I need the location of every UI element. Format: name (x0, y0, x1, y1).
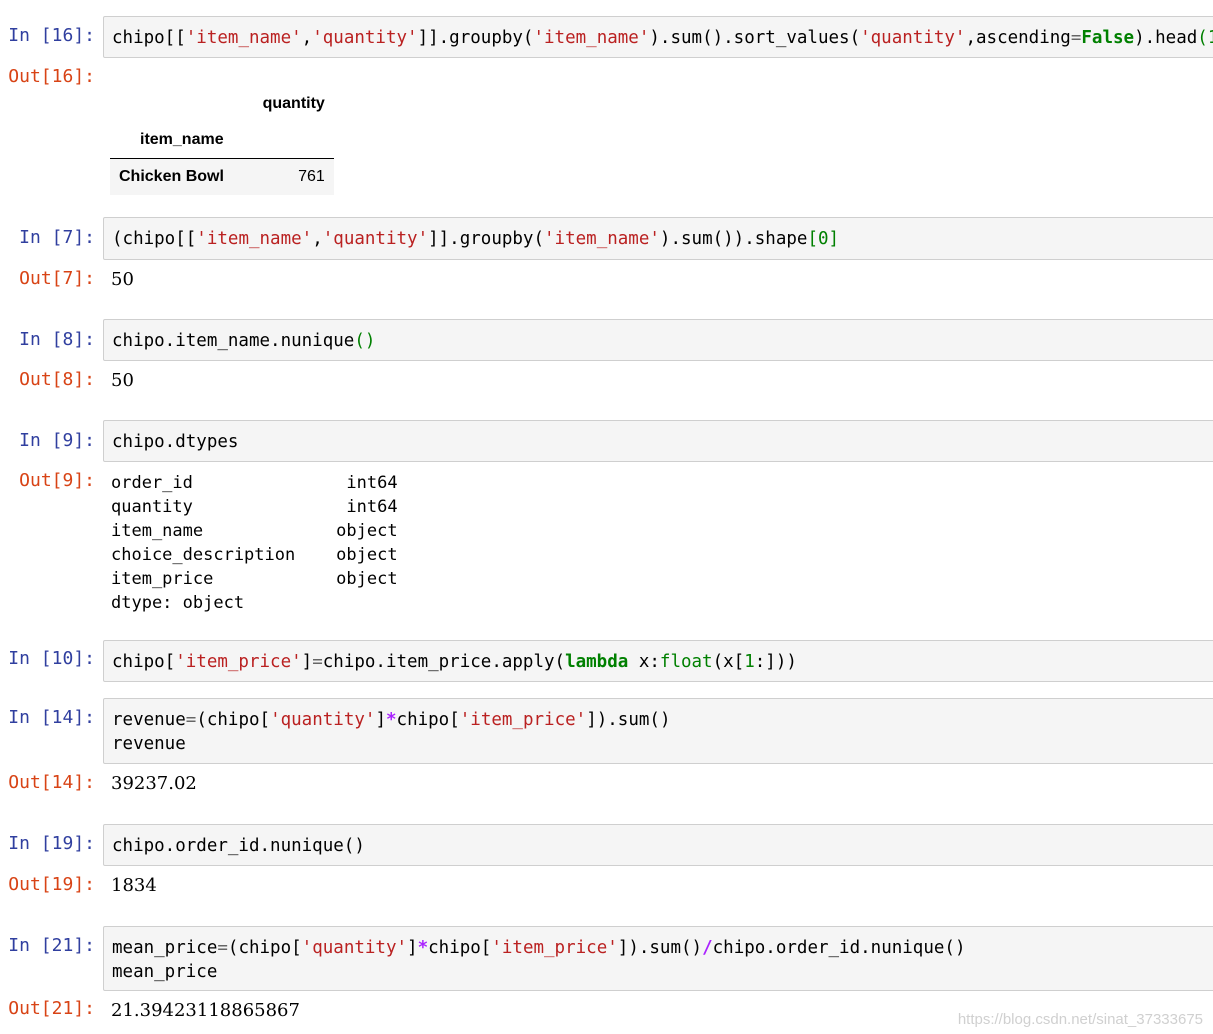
cell-output: 1834 (111, 875, 157, 896)
row-value: 761 (298, 168, 325, 185)
code-cell-input[interactable]: chipo.item_name.nunique() (103, 319, 1213, 361)
out-prompt: Out[7]: (19, 268, 95, 289)
in-prompt: In [19]: (8, 833, 95, 854)
operator: = (312, 652, 323, 672)
code-cell-input[interactable]: revenue=(chipo['quantity']*chipo['item_p… (103, 698, 1213, 764)
operator: * (417, 938, 429, 958)
in-prompt: In [8]: (19, 329, 95, 350)
out-prompt: Out[8]: (19, 369, 95, 390)
string-literal: 'quantity' (312, 28, 418, 48)
code-token: ).head (1134, 28, 1198, 48)
code-cell-input[interactable]: chipo['item_price']=chipo.item_price.app… (103, 640, 1213, 682)
code-token: ] (407, 938, 418, 958)
code-token: revenue (112, 710, 186, 730)
code-token: (chipo[ (196, 710, 271, 730)
code-cell-input[interactable]: chipo.dtypes (103, 420, 1213, 462)
code-token: ]).sum() (617, 938, 703, 958)
code-token: chipo[ (428, 938, 492, 958)
string-literal: 'quantity' (860, 28, 966, 48)
code-token: ]].groupby( (417, 28, 534, 48)
out-prompt: Out[19]: (8, 874, 95, 895)
cell-output: 39237.02 (111, 773, 197, 794)
in-prompt: In [7]: (19, 227, 95, 248)
code-cell-input[interactable]: mean_price=(chipo['quantity']*chipo['ite… (103, 926, 1213, 991)
string-literal: 'item_price' (459, 710, 587, 730)
table-row: Chicken Bowl 761 (110, 158, 334, 195)
code-token: chipo[ (112, 652, 176, 672)
keyword: False (1081, 28, 1135, 48)
out-prompt: Out[16]: (8, 66, 95, 87)
string-literal: 'item_name' (196, 229, 313, 249)
code-token: (x[ (712, 652, 745, 672)
string-literal: 'quantity' (270, 710, 376, 730)
number-literal: [0] (807, 229, 840, 249)
operator: = (217, 938, 228, 958)
in-prompt: In [14]: (8, 707, 95, 728)
code-token: mean_price (112, 938, 218, 958)
builtin: float (659, 652, 713, 672)
number-literal: (1) (1197, 28, 1213, 48)
code-token: revenue (112, 734, 186, 754)
operator: * (385, 710, 397, 730)
code-token: chipo.item_name.nunique (112, 331, 355, 351)
out-prompt: Out[21]: (8, 998, 95, 1019)
code-token: , (301, 28, 313, 48)
code-token: chipo[[ (112, 28, 186, 48)
operator: = (185, 710, 197, 730)
code-token: chipo.order_id.nunique() (712, 938, 966, 958)
string-literal: 'quantity' (301, 938, 408, 958)
index-header-blank (254, 122, 334, 159)
code-token: :])) (754, 652, 797, 672)
in-prompt: In [9]: (19, 430, 95, 451)
code-token: (chipo[[ (112, 229, 197, 249)
code-cell-input[interactable]: (chipo[['item_name','quantity']].groupby… (103, 217, 1213, 260)
out-prompt: Out[14]: (8, 772, 95, 793)
code-token: ] (375, 710, 386, 730)
string-literal: 'item_name' (185, 28, 302, 48)
string-literal: 'item_price' (175, 652, 302, 672)
cell-output: 50 (111, 370, 134, 391)
string-literal: 'quantity' (322, 229, 429, 249)
code-token: ]].groupby( (428, 229, 545, 249)
code-token: chipo.dtypes (112, 432, 239, 452)
code-token: (chipo[ (227, 938, 302, 958)
code-token: () (354, 331, 376, 351)
watermark: https://blog.csdn.net/sinat_37333675 (957, 1011, 1203, 1028)
string-literal: 'item_name' (544, 229, 660, 249)
in-prompt: In [10]: (8, 648, 95, 669)
cell-output: 21.39423118865867 (111, 1000, 300, 1021)
code-cell-input[interactable]: chipo.order_id.nunique() (103, 824, 1213, 866)
code-token: chipo[ (396, 710, 460, 730)
code-token: mean_price (112, 962, 218, 982)
in-prompt: In [16]: (8, 25, 95, 46)
dataframe-output: quantity item_name Chicken Bowl 761 (110, 86, 334, 195)
operator: = (1070, 28, 1082, 48)
code-token: ]).sum() (586, 710, 671, 730)
code-token: , (312, 229, 323, 249)
code-token: ).sum()).shape (659, 229, 808, 249)
code-token: chipo.order_id.nunique() (112, 836, 365, 856)
cell-output: order_id int64 quantity int64 item_name … (111, 473, 398, 613)
number-literal: 1 (744, 652, 755, 672)
keyword: lambda (565, 652, 629, 672)
row-index: Chicken Bowl (119, 168, 224, 185)
code-token: x: (628, 652, 660, 672)
code-token: ] (301, 652, 313, 672)
operator: / (702, 938, 713, 958)
code-token: chipo.item_price.apply( (322, 652, 566, 672)
out-prompt: Out[9]: (19, 470, 95, 491)
index-name: item_name (140, 131, 224, 148)
in-prompt: In [21]: (8, 935, 95, 956)
code-token: ,ascending (965, 28, 1071, 48)
code-token: ).sum().sort_values( (649, 28, 861, 48)
index-header-blank (110, 86, 254, 122)
code-cell-input[interactable]: chipo[['item_name','quantity']].groupby(… (103, 16, 1213, 58)
cell-output: 50 (111, 269, 134, 290)
string-literal: 'item_name' (533, 28, 650, 48)
column-header: quantity (262, 95, 325, 112)
string-literal: 'item_price' (491, 938, 618, 958)
